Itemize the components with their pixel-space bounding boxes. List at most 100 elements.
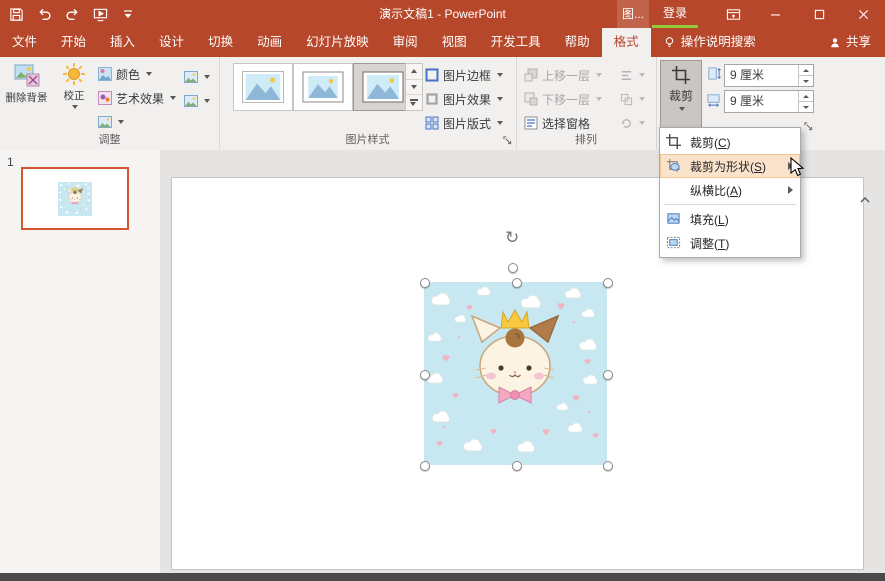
align-button[interactable] (620, 64, 645, 86)
group-picture-styles: 图片边框 图片效果 图片版式 图片样式 (219, 57, 517, 149)
maximize-button[interactable] (797, 0, 841, 28)
tab-review[interactable]: 审阅 (381, 28, 430, 57)
width-spin-down[interactable] (799, 102, 813, 112)
resize-handle-middle-right[interactable] (603, 370, 613, 380)
shape-width-input[interactable]: 9 厘米 (724, 90, 814, 113)
picture-effects-button[interactable]: 图片效果 (425, 88, 503, 110)
slide-thumbnail-image (58, 182, 92, 216)
tab-animations[interactable]: 动画 (245, 28, 294, 57)
reset-picture-button[interactable] (184, 90, 210, 112)
picture-border-button[interactable]: 图片边框 (425, 64, 503, 86)
artistic-effects-label: 艺术效果 (116, 90, 164, 107)
bring-forward-button[interactable]: 上移一层 (524, 64, 602, 86)
save-icon[interactable] (8, 6, 24, 22)
corrections-button[interactable]: 校正 (53, 62, 95, 109)
height-spin-down[interactable] (799, 76, 813, 86)
start-slideshow-icon[interactable] (92, 6, 108, 22)
picture-styles-dialog-launcher-icon[interactable] (501, 134, 513, 146)
crop-icon (672, 66, 690, 84)
redo-icon[interactable] (64, 6, 80, 22)
color-button[interactable]: 颜色 (98, 63, 152, 85)
shape-height-value[interactable]: 9 厘米 (725, 65, 798, 86)
slide-thumbnail-panel: 1 (0, 150, 161, 573)
artistic-effects-button[interactable]: 艺术效果 (98, 87, 176, 109)
resize-handle-bottom-right[interactable] (603, 461, 613, 471)
group-label-adjust: 调整 (0, 131, 219, 147)
close-button[interactable] (841, 0, 885, 28)
remove-background-label: 删除背景 (6, 90, 48, 105)
picture-style-2[interactable] (293, 63, 353, 111)
height-spin-up[interactable] (799, 65, 813, 76)
resize-handle-top-middle[interactable] (512, 278, 522, 288)
rotate-handle-icon[interactable]: ↻ (505, 228, 519, 248)
tab-insert[interactable]: 插入 (98, 28, 147, 57)
menu-item-fill[interactable]: 填充(L) (660, 207, 800, 231)
menu-item-fill-label: 填充(L) (690, 211, 729, 228)
ribbon-display-options-icon[interactable] (714, 0, 752, 28)
tab-slideshow[interactable]: 幻灯片放映 (294, 28, 381, 57)
menu-item-crop-label: 裁剪(C) (690, 134, 731, 151)
change-picture-caret (204, 75, 210, 79)
menu-item-aspect-ratio[interactable]: 纵横比(A) (660, 178, 800, 202)
sign-in-button[interactable]: 登录 (652, 0, 698, 28)
qat-customize-icon[interactable] (120, 6, 136, 22)
width-spin-up[interactable] (799, 91, 813, 102)
group-objects-button[interactable] (620, 88, 645, 110)
send-backward-caret (596, 97, 602, 101)
crop-button[interactable]: 裁剪 (660, 60, 702, 133)
resize-handle-middle-left[interactable] (420, 370, 430, 380)
shape-width-value[interactable]: 9 厘米 (725, 91, 798, 112)
minimize-button[interactable] (753, 0, 797, 28)
tab-home[interactable]: 开始 (49, 28, 98, 57)
tab-developer[interactable]: 开发工具 (479, 28, 553, 57)
picture-style-1[interactable] (233, 63, 293, 111)
picture-border-label: 图片边框 (443, 67, 491, 84)
selection-pane-label: 选择窗格 (542, 115, 590, 132)
tab-transitions[interactable]: 切换 (196, 28, 245, 57)
share-button[interactable]: 共享 (815, 28, 885, 57)
contextual-tab-hint: 图... (617, 0, 649, 28)
picture-effects-icon (425, 92, 439, 106)
collapse-ribbon-icon[interactable] (855, 194, 875, 206)
undo-icon[interactable] (36, 6, 52, 22)
size-dialog-launcher-icon[interactable] (802, 120, 814, 132)
menu-item-crop[interactable]: 裁剪(C) (660, 130, 800, 154)
selected-picture[interactable] (424, 282, 607, 465)
bring-forward-icon (524, 68, 538, 82)
resize-handle-bottom-middle[interactable] (512, 461, 522, 471)
gallery-scroll-down[interactable] (406, 80, 422, 96)
menu-item-fit[interactable]: 调整(T) (660, 231, 800, 255)
quick-access-toolbar (8, 0, 136, 28)
tab-format[interactable]: 格式 (602, 28, 651, 57)
shape-height-spinner (798, 65, 813, 86)
menu-item-crop-to-shape[interactable]: 裁剪为形状(S) (660, 154, 800, 178)
change-picture-button[interactable] (184, 66, 210, 88)
tab-view[interactable]: 视图 (430, 28, 479, 57)
titlebar: 演示文稿1 - PowerPoint 图... 登录 (0, 0, 885, 28)
color-label: 颜色 (116, 66, 140, 83)
compress-picture-caret (118, 120, 124, 124)
person-icon (829, 37, 841, 49)
tell-me-search[interactable]: 操作说明搜索 (651, 28, 768, 57)
slide-1-thumbnail[interactable] (21, 167, 129, 230)
align-icon (620, 69, 633, 82)
resize-handle-top-left[interactable] (420, 278, 430, 288)
shape-height-icon (706, 66, 721, 81)
rotate-objects-caret (639, 121, 645, 125)
remove-background-button[interactable]: 删除背景 (3, 62, 50, 105)
corrections-label: 校正 (64, 88, 85, 103)
tab-help[interactable]: 帮助 (553, 28, 602, 57)
gallery-more-button[interactable] (406, 95, 422, 110)
resize-handle-top-right[interactable] (603, 278, 613, 288)
picture-style-3-selected[interactable] (353, 63, 413, 111)
shape-height-input[interactable]: 9 厘米 (724, 64, 814, 87)
artistic-effects-icon (98, 91, 112, 105)
compress-picture-button[interactable] (98, 111, 124, 133)
resize-handle-bottom-left[interactable] (420, 461, 430, 471)
gallery-scroll-up[interactable] (406, 64, 422, 80)
tab-file[interactable]: 文件 (0, 28, 49, 57)
tab-design[interactable]: 设计 (147, 28, 196, 57)
rotation-handle[interactable] (508, 263, 518, 273)
send-backward-button[interactable]: 下移一层 (524, 88, 602, 110)
submenu-arrow-icon (788, 162, 793, 170)
